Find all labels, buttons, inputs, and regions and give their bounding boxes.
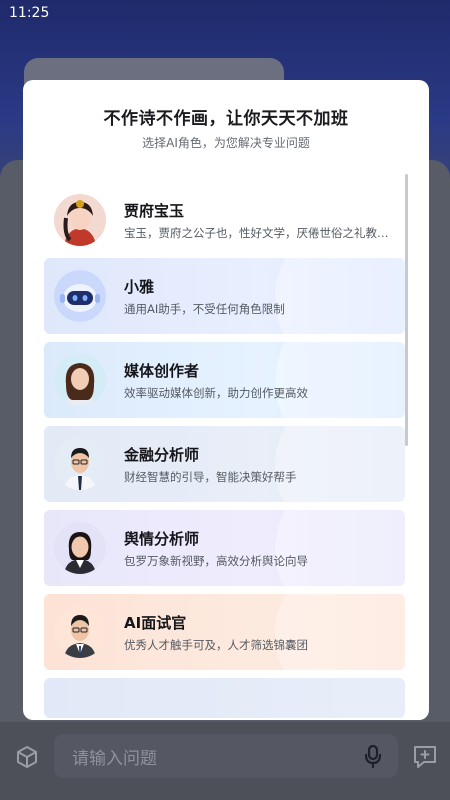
list-scrollbar[interactable]: [405, 174, 408, 446]
financial-analyst-avatar: [54, 438, 106, 490]
role-name: 媒体创作者: [124, 362, 200, 380]
role-card-ai-interviewer[interactable]: AI面试官 优秀人才触手可及，人才筛选锦囊团: [44, 594, 405, 670]
card-decoration: [275, 426, 405, 502]
role-card-media-creator[interactable]: 媒体创作者 效率驱动媒体创新，助力创作更高效: [44, 342, 405, 418]
dialog-subtitle: 选择AI角色，为您解决专业问题: [142, 136, 310, 150]
question-input-placeholder: 请输入问题: [72, 749, 157, 769]
card-decoration: [275, 594, 405, 670]
chat-add-icon[interactable]: [412, 743, 438, 769]
cube-icon[interactable]: [14, 744, 40, 770]
role-desc: 优秀人才触手可及，人才筛选锦囊团: [124, 638, 308, 652]
card-decoration: [275, 510, 405, 586]
status-bar: 11:25: [0, 0, 450, 26]
role-card-xiaoya[interactable]: 小雅 通用AI助手，不受任何角色限制: [44, 258, 405, 334]
role-name: 贾府宝玉: [124, 202, 185, 220]
status-time: 11:25: [9, 5, 50, 21]
role-select-dialog: 不作诗不作画，让你天天不加班 选择AI角色，为您解决专业问题 贾府宝玉 宝玉，贾…: [23, 80, 429, 720]
role-card-jia-baoyu[interactable]: 贾府宝玉 宝玉，贾府之公子也，性好文学，厌倦世俗之礼教，...: [44, 182, 405, 258]
role-name: 金融分析师: [124, 446, 200, 464]
card-decoration: [275, 258, 405, 334]
role-desc: 效率驱动媒体创新，助力创作更高效: [124, 386, 308, 400]
role-card-partial[interactable]: [44, 678, 405, 718]
role-desc: 宝玉，贾府之公子也，性好文学，厌倦世俗之礼教，...: [124, 226, 398, 240]
role-desc: 通用AI助手，不受任何角色限制: [124, 302, 285, 316]
role-card-public-opinion-analyst[interactable]: 舆情分析师 包罗万象新视野，高效分析舆论向导: [44, 510, 405, 586]
public-opinion-analyst-avatar: [54, 522, 106, 574]
mic-icon[interactable]: [362, 744, 384, 768]
role-desc: 财经智慧的引导，智能决策好帮手: [124, 470, 297, 484]
dialog-title: 不作诗不作画，让你天天不加班: [103, 109, 349, 129]
role-desc: 包罗万象新视野，高效分析舆论向导: [124, 554, 308, 568]
robot-avatar: [54, 270, 106, 322]
role-name: AI面试官: [124, 614, 187, 632]
jia-baoyu-avatar: [54, 194, 106, 246]
card-decoration: [275, 342, 405, 418]
role-card-financial-analyst[interactable]: 金融分析师 财经智慧的引导，智能决策好帮手: [44, 426, 405, 502]
question-input[interactable]: 请输入问题: [54, 734, 398, 778]
media-creator-avatar: [54, 354, 106, 406]
role-name: 舆情分析师: [124, 530, 200, 548]
ai-interviewer-avatar: [54, 606, 106, 658]
role-name: 小雅: [124, 278, 155, 296]
